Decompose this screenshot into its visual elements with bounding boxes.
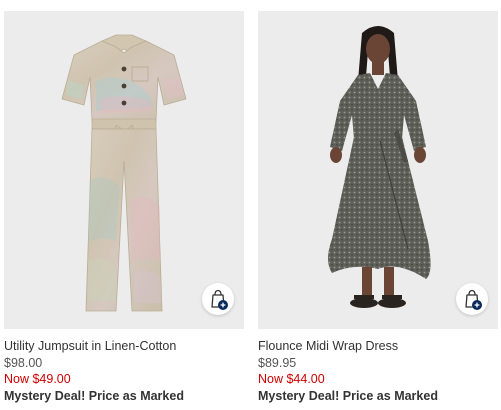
sale-price: Now $44.00: [258, 372, 325, 386]
product-image[interactable]: [258, 11, 498, 329]
product-name[interactable]: Utility Jumpsuit in Linen-Cotton: [4, 338, 244, 355]
sale-price: Now $49.00: [4, 372, 71, 386]
product-image[interactable]: [4, 11, 244, 329]
promo-text: Mystery Deal! Price as Marked: [4, 388, 184, 403]
product-grid: Utility Jumpsuit in Linen-Cotton $98.00 …: [0, 0, 501, 410]
original-price: $98.00: [4, 355, 43, 370]
original-price: $89.95: [258, 355, 297, 370]
product-card[interactable]: Utility Jumpsuit in Linen-Cotton $98.00 …: [4, 11, 244, 405]
shopping-bag-plus-icon: [465, 289, 482, 310]
promo-text: Mystery Deal! Price as Marked: [258, 388, 438, 403]
shopping-bag-plus-icon: [211, 289, 228, 310]
jumpsuit-photo: [61, 34, 187, 312]
add-to-bag-button[interactable]: [456, 283, 488, 315]
product-name[interactable]: Flounce Midi Wrap Dress: [258, 338, 498, 355]
wrap-dress-photo: [328, 26, 431, 308]
add-to-bag-button[interactable]: [202, 283, 234, 315]
product-card[interactable]: Flounce Midi Wrap Dress $89.95 Now $44.0…: [258, 11, 498, 405]
